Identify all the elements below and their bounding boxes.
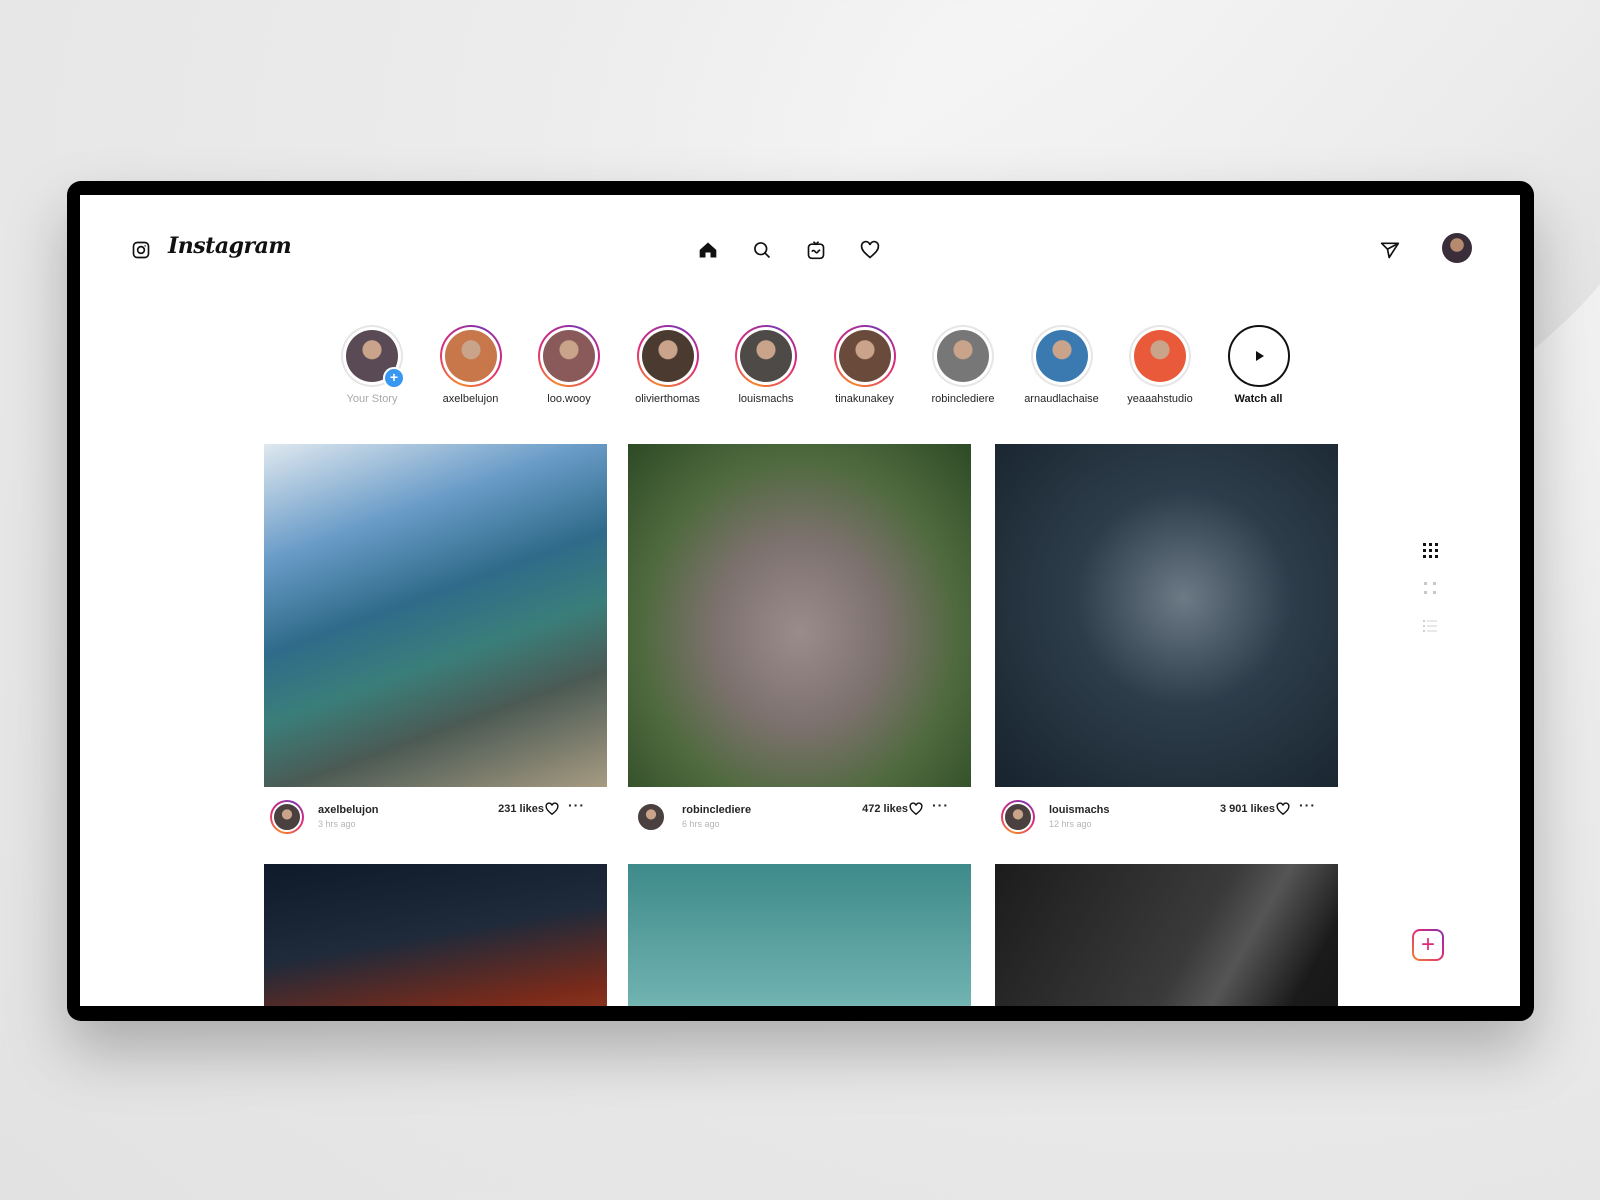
post-meta: axelbelujon 3 hrs ago 231 likes ··· — [264, 787, 607, 837]
story-avatar — [1035, 330, 1088, 382]
post-timestamp: 12 hrs ago — [1049, 819, 1092, 829]
story-username: axelbelujon — [442, 393, 499, 405]
post-card — [628, 864, 971, 1006]
post-username[interactable]: louismachs — [1049, 804, 1110, 816]
plus-icon: + — [1414, 931, 1442, 959]
more-options-icon[interactable]: ··· — [1299, 797, 1316, 813]
post-author-avatar[interactable] — [270, 800, 304, 834]
like-heart-icon[interactable] — [1276, 802, 1290, 816]
story-username: olivierthomas — [635, 393, 700, 405]
post-author-avatar[interactable] — [1001, 800, 1035, 834]
story-ring — [932, 325, 994, 387]
story-username: arnaudlachaise — [1024, 393, 1099, 405]
nav-igtv[interactable] — [801, 235, 831, 265]
post-image[interactable] — [995, 864, 1338, 1006]
story-ring — [833, 325, 896, 387]
main-nav — [80, 235, 1520, 265]
watch-all-button[interactable]: Watch all — [1211, 325, 1307, 405]
list-view-button[interactable] — [1420, 616, 1440, 636]
nav-home[interactable] — [693, 235, 723, 265]
search-icon — [754, 242, 771, 259]
story-ring — [439, 325, 502, 387]
like-heart-icon[interactable] — [545, 802, 559, 816]
post-card: axelbelujon 3 hrs ago 231 likes ··· — [264, 444, 607, 837]
story-username: tinakunakey — [835, 393, 894, 405]
story-ring — [735, 325, 797, 387]
story-avatar — [1134, 330, 1186, 382]
new-post-button[interactable]: + — [1412, 929, 1444, 961]
post-image[interactable] — [264, 444, 607, 787]
post-username[interactable]: axelbelujon — [318, 804, 379, 816]
story-username: Your Story — [346, 393, 398, 405]
story-avatar — [740, 330, 792, 382]
post-timestamp: 3 hrs ago — [318, 819, 356, 829]
post-card: robinclediere 6 hrs ago 472 likes ··· — [628, 444, 971, 837]
your-story[interactable]: + Your Story — [324, 325, 420, 405]
post-likes[interactable]: 231 likes — [498, 803, 544, 815]
story-item[interactable]: louismachs — [718, 325, 814, 405]
stories-bar: + Your Story axelbelujon loo.wooy oliviertho… — [324, 325, 1290, 415]
device-frame: Instagram + Your Story axelbelujon loo.wooy… — [67, 181, 1534, 1021]
story-item[interactable]: tinakunakey — [817, 325, 913, 405]
story-ring — [636, 325, 699, 387]
post-meta: robinclediere 6 hrs ago 472 likes ··· — [628, 787, 971, 837]
story-username: robinclediere — [931, 393, 995, 405]
nav-activity[interactable] — [855, 235, 885, 265]
watch-all-ring — [1227, 325, 1290, 387]
more-options-icon[interactable]: ··· — [568, 797, 585, 813]
direct-messages-button[interactable] — [1375, 235, 1405, 265]
story-username: louismachs — [738, 393, 794, 405]
post-image[interactable] — [995, 444, 1338, 787]
story-username: loo.wooy — [547, 393, 591, 405]
story-avatar — [937, 330, 989, 382]
post-username[interactable]: robinclediere — [682, 804, 751, 816]
grid-3-view-button[interactable] — [1420, 540, 1440, 560]
post-likes[interactable]: 3 901 likes — [1220, 803, 1275, 815]
app-screen: Instagram + Your Story axelbelujon loo.wooy… — [80, 195, 1520, 1006]
story-item[interactable]: arnaudlachaise — [1014, 325, 1110, 405]
post-author-avatar[interactable] — [634, 800, 668, 834]
post-meta: louismachs 12 hrs ago 3 901 likes ··· — [995, 787, 1338, 837]
story-avatar — [543, 330, 595, 382]
heart-icon — [860, 240, 880, 259]
story-avatar — [838, 330, 891, 382]
play-icon — [1256, 351, 1264, 361]
watch-all-label: Watch all — [1234, 393, 1283, 405]
post-image[interactable] — [628, 444, 971, 787]
like-heart-icon[interactable] — [909, 802, 923, 816]
grid-3-icon — [1423, 543, 1438, 558]
igtv-icon — [807, 241, 825, 260]
story-avatar — [444, 330, 497, 382]
story-ring — [538, 325, 600, 387]
post-likes[interactable]: 472 likes — [862, 803, 908, 815]
paper-plane-icon — [1380, 242, 1400, 259]
story-item[interactable]: loo.wooy — [521, 325, 617, 405]
post-card — [264, 864, 607, 1006]
add-story-icon[interactable]: + — [383, 367, 405, 389]
story-item[interactable]: axelbelujon — [423, 325, 519, 405]
profile-avatar[interactable] — [1442, 233, 1472, 263]
list-icon — [1423, 620, 1437, 632]
grid-2-icon — [1424, 582, 1436, 594]
post-image[interactable] — [628, 864, 971, 1006]
story-avatar — [641, 330, 694, 382]
home-icon — [699, 242, 717, 258]
post-image[interactable] — [264, 864, 607, 1006]
post-card — [995, 864, 1338, 1006]
story-username: yeaaahstudio — [1127, 393, 1193, 405]
post-card: louismachs 12 hrs ago 3 901 likes ··· — [995, 444, 1338, 837]
nav-search[interactable] — [747, 235, 777, 265]
story-item[interactable]: yeaaahstudio — [1112, 325, 1208, 405]
grid-2-view-button[interactable] — [1420, 578, 1440, 598]
post-timestamp: 6 hrs ago — [682, 819, 720, 829]
story-ring: + — [341, 325, 405, 389]
story-item[interactable]: robinclediere — [915, 325, 1011, 405]
more-options-icon[interactable]: ··· — [932, 797, 949, 813]
story-item[interactable]: olivierthomas — [620, 325, 716, 405]
story-ring — [1129, 325, 1191, 387]
story-ring — [1030, 325, 1093, 387]
